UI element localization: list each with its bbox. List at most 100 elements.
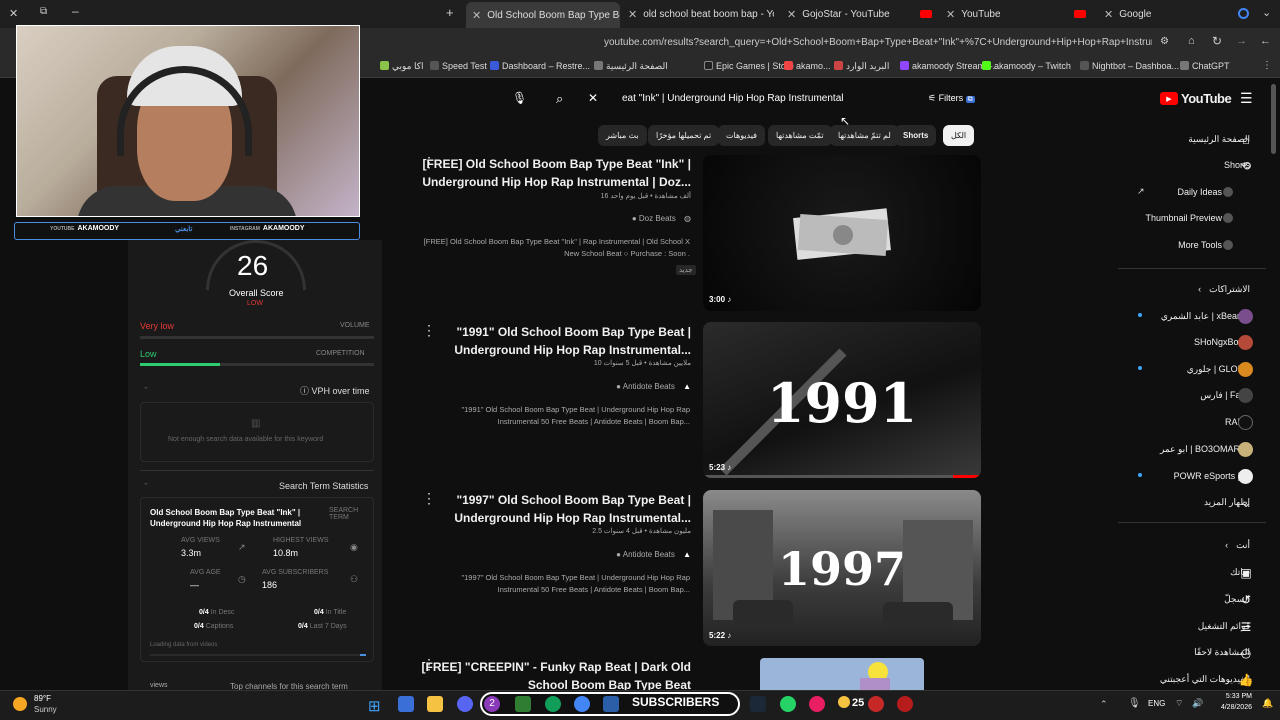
collapse-icon[interactable]: ⌃ [143,482,149,490]
sidebar-item-liked[interactable]: الفيديوهات التي أعجبتني [1160,674,1250,685]
history-icon[interactable]: ↺ [1238,592,1254,608]
file-explorer-icon[interactable] [427,696,443,712]
bookmark-item[interactable]: akamo... [784,61,831,71]
bookmark-item[interactable]: Epic Games | Store [704,61,794,71]
bookmark-item[interactable]: اكا موبي [380,61,424,72]
search-icon[interactable]: ⌕ [556,91,563,107]
channel-icon[interactable]: ▣ [1238,565,1254,581]
language-indicator[interactable]: ENG [1148,699,1165,708]
chip-unwatched[interactable]: لم تتمّ مشاهدتها [830,125,899,146]
video-thumbnail[interactable]: 1991 [703,322,981,478]
tab-3[interactable]: ✕ GojoStar - YouTube [787,4,932,24]
weather-temp[interactable]: 89°F [34,694,51,703]
record-icon[interactable] [897,696,913,712]
chip-watched[interactable]: تمّت مشاهدتها [768,125,832,146]
window-icon[interactable]: ⧉ [40,6,47,17]
channel-link[interactable]: ● Doz Beats ◍ [632,214,691,223]
tune-icon[interactable]: ⚙ [1160,36,1169,47]
steam-icon[interactable] [750,696,766,712]
search-taskbar-icon[interactable] [398,696,414,712]
video-title[interactable]: [FREE] "CREEPIN" - Funky Rap Beat | Dark… [420,658,691,694]
subs-heading[interactable]: ‹ الاشتراكات [1198,284,1250,295]
playlist-icon[interactable]: ☰ [1238,619,1254,635]
sidebar-sub-item[interactable]: ابو عمر | BO3OMAR22 [1160,444,1250,455]
sidebar-item-more-tools[interactable]: More Tools [1178,240,1222,250]
bookmark-item[interactable]: البريد الوارد [834,61,889,72]
video-thumbnail[interactable] [760,658,924,690]
bookmark-item[interactable]: Dashboard – Restre... [490,61,590,71]
video-title[interactable]: "1997" Old School Boom Bap Type Beat | Un… [420,491,691,527]
tab-active[interactable]: ✕ Old School Boom Bap Type Bea [466,2,620,28]
chip-videos[interactable]: فيديوهات [718,125,765,146]
tab-close-icon[interactable]: ✕ [946,8,955,21]
chevron-down-icon[interactable]: ⌄ [1262,6,1271,19]
more-bookmarks-icon[interactable]: ⋮ [1262,60,1272,71]
channel-link[interactable]: ● Antidote Beats ▲ [616,382,691,391]
channel-link[interactable]: ● Antidote Beats ▲ [616,550,691,559]
youtube-logo[interactable]: ▶ YouTube [1160,91,1232,106]
reload-icon[interactable]: ↻ [1212,34,1222,48]
tab-4[interactable]: ✕ YouTube [946,4,1086,24]
notifications-icon[interactable]: 🔔 [1262,698,1273,709]
mic-icon[interactable]: 🎙 [512,91,527,107]
sidebar-item-daily-ideas[interactable]: Daily Ideas [1177,187,1222,197]
close-icon[interactable]: ✕ [9,7,18,20]
clock-date[interactable]: 4/28/2026 [1212,704,1252,711]
video-thumbnail[interactable]: 1997 [703,490,981,646]
app-icon[interactable] [809,696,825,712]
sidebar-item-home[interactable]: الصفحة الرئيسية [1188,134,1250,145]
chip-live[interactable]: بث مباشر [598,125,647,146]
chip-recent[interactable]: تم تحميلها مؤخرًا [648,125,720,146]
tray-arrow-icon[interactable]: ⌃ [1100,699,1108,710]
edge-icon[interactable] [545,696,561,712]
clock-icon[interactable]: ◷ [1238,645,1254,661]
tab-2[interactable]: ✕ old school beat boom bap - Yo [628,4,774,24]
chip-all[interactable]: الكل [943,125,975,146]
forward-icon[interactable]: → [1236,35,1247,47]
discord-icon[interactable] [457,696,473,712]
xbox-icon[interactable] [515,696,531,712]
wifi-icon[interactable]: ⌔ [1175,698,1183,709]
clear-search-icon[interactable]: ✕ [588,91,598,105]
search-input[interactable]: eat "Ink" | Underground Hip Hop Rap Inst… [622,93,843,104]
back-icon[interactable]: ← [1260,35,1271,47]
whatsapp-icon[interactable] [780,696,796,712]
sidebar-scrollbar[interactable] [1271,84,1276,154]
sidebar-item-thumbnail-preview[interactable]: Thumbnail Preview [1145,213,1222,223]
you-heading[interactable]: ‹ أنت [1225,540,1250,551]
url-field[interactable]: youtube.com/results?search_query=+Old+Sc… [604,37,1152,48]
minimize-icon[interactable]: – [72,4,79,18]
tab-close-icon[interactable]: ✕ [787,8,796,21]
bookmark-item[interactable]: ChatGPT [1180,61,1230,71]
video-title[interactable]: [FREE] Old School Boom Bap Type Beat "In… [420,155,691,191]
new-tab-icon[interactable]: + [446,5,454,20]
search-box[interactable]: ⌕ ✕ eat "Ink" | Underground Hip Hop Rap … [548,88,868,110]
weather-desc[interactable]: Sunny [34,705,57,714]
bookmark-item[interactable]: Speed Test [430,61,487,71]
filters-button[interactable]: ⚟ Filters ⧉ [928,93,975,104]
volume-icon[interactable]: 🔊 [1192,698,1203,709]
tab-close-icon[interactable]: ✕ [1104,8,1113,21]
app-icon[interactable] [603,696,619,712]
tab-close-icon[interactable]: ✕ [472,9,481,22]
app-icon[interactable] [868,696,884,712]
tab-close-icon[interactable]: ✕ [628,8,637,21]
video-thumbnail[interactable] [703,155,981,311]
sidebar-sub-item[interactable]: عابد الشمري | xBear ... [1161,311,1250,322]
clock-time[interactable]: 5:33 PM [1222,693,1252,700]
tab-5[interactable]: ✕ Google [1104,4,1214,24]
menu-icon[interactable]: ☰ [1240,90,1253,107]
mic-tray-icon[interactable]: 🎙 [1128,698,1141,709]
chip-shorts[interactable]: Shorts [895,125,937,146]
home-icon[interactable]: ⌂ [1188,35,1195,47]
thumbs-up-icon[interactable]: 👍 [1238,672,1254,688]
video-title[interactable]: "1991" Old School Boom Bap Type Beat | Un… [420,323,691,359]
bookmark-item[interactable]: Nightbot – Dashboa... [1080,61,1179,71]
chevron-down-icon[interactable]: ⌄ [1238,495,1254,511]
bookmark-item[interactable]: akamoody – Twitch [982,61,1071,71]
bookmark-item[interactable]: الصفحة الرئيسية [594,61,668,72]
collapse-icon[interactable]: ⌃ [143,386,149,394]
windows-start-icon[interactable]: ⊞ [368,697,381,715]
chrome-icon[interactable] [574,696,590,712]
sidebar-item-shorts[interactable]: Shorts [1224,160,1250,170]
